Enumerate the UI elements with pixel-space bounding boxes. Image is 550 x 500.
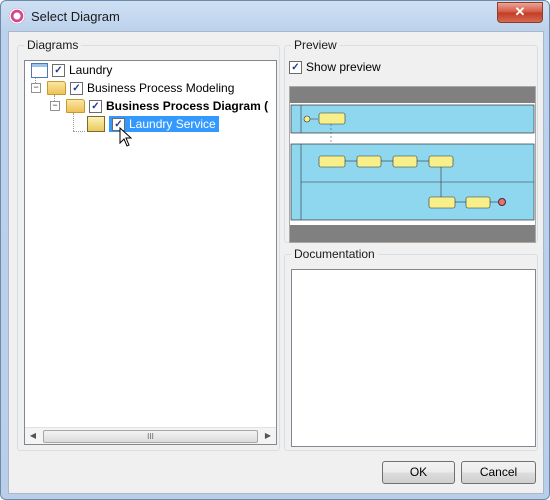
show-preview-checkbox[interactable]: ✓ <box>289 60 302 74</box>
diagram-preview <box>289 86 536 243</box>
title-bar[interactable]: Select Diagram ✕ <box>1 1 549 31</box>
laundry-checkbox[interactable]: ✓ <box>52 63 65 77</box>
documentation-group: Documentation <box>284 247 538 451</box>
tree-node-label: Business Process Diagram ( <box>106 99 269 113</box>
collapse-toggle[interactable]: − <box>50 101 60 111</box>
app-logo-icon <box>9 8 25 24</box>
scroll-left-arrow[interactable]: ◀ <box>25 428 41 444</box>
cancel-button[interactable]: Cancel <box>461 461 536 484</box>
ok-button[interactable]: OK <box>382 461 455 484</box>
bpd-checkbox[interactable]: ✓ <box>89 99 102 113</box>
show-preview-option[interactable]: ✓ Show preview <box>289 60 381 74</box>
diagrams-legend: Diagrams <box>24 38 82 52</box>
diagrams-group: Diagrams ✓ Laundry − ✓ Business Process … <box>17 38 280 451</box>
show-preview-label: Show preview <box>306 60 381 74</box>
tree-node-label: Business Process Modeling <box>87 81 235 95</box>
model-icon <box>31 62 48 78</box>
window-title: Select Diagram <box>31 9 120 24</box>
tree-node-bpm[interactable]: − ✓ Business Process Modeling <box>31 79 234 97</box>
scroll-right-arrow[interactable]: ▶ <box>260 428 276 444</box>
tree-node-laundry-service[interactable]: ✓ Laundry Service <box>87 115 219 133</box>
mouse-cursor-icon <box>119 127 133 147</box>
preview-group: Preview ✓ Show preview <box>284 38 538 243</box>
bpd-folder-icon <box>66 99 85 113</box>
diagram-tree[interactable]: ✓ Laundry − ✓ Business Process Modeling … <box>24 60 277 445</box>
bpd-diagram-icon <box>87 116 105 132</box>
close-button[interactable]: ✕ <box>497 2 543 23</box>
tree-node-label: Laundry Service <box>129 117 216 131</box>
documentation-textarea[interactable] <box>291 269 536 447</box>
collapse-toggle[interactable]: − <box>31 83 41 93</box>
bpd-preview-image <box>290 87 535 242</box>
horizontal-scrollbar[interactable]: ◀ III ▶ <box>25 427 276 444</box>
tree-node-label: Laundry <box>69 63 113 77</box>
folder-icon <box>47 81 66 95</box>
tree-node-laundry[interactable]: ✓ Laundry <box>31 61 112 79</box>
select-diagram-dialog: Select Diagram ✕ Diagrams ✓ Laundry − ✓ … <box>0 0 550 500</box>
preview-legend: Preview <box>291 38 340 52</box>
tree-node-bpd[interactable]: − ✓ Business Process Diagram ( <box>50 97 268 115</box>
documentation-legend: Documentation <box>291 247 378 261</box>
dialog-body: Diagrams ✓ Laundry − ✓ Business Process … <box>8 31 544 494</box>
scroll-thumb[interactable]: III <box>43 430 258 443</box>
bpm-checkbox[interactable]: ✓ <box>70 81 83 95</box>
